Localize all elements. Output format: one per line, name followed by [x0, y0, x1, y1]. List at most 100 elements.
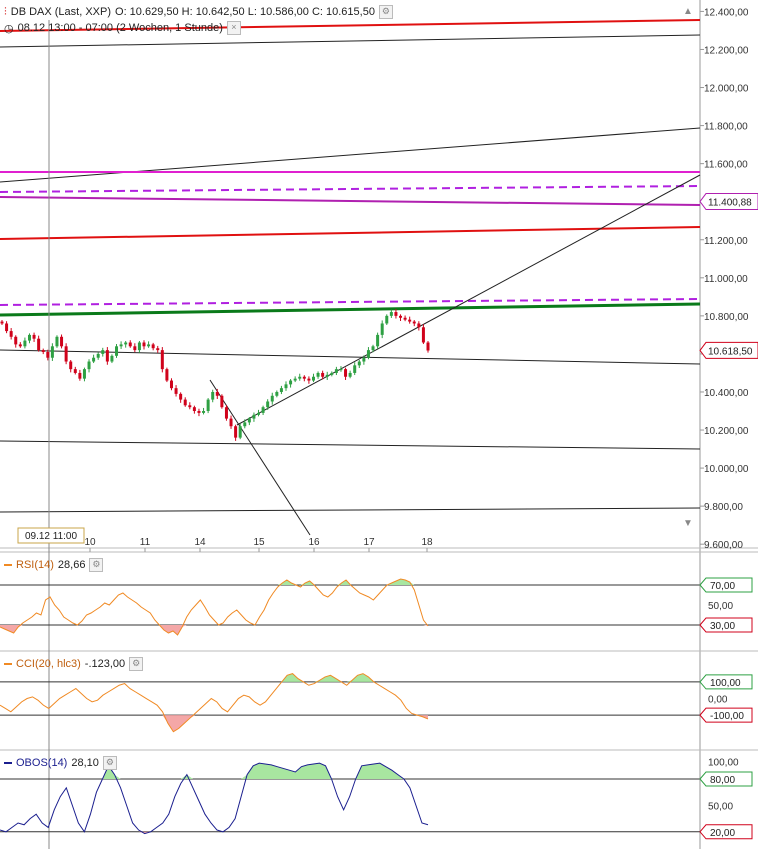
candle-body: [344, 369, 348, 377]
trend-line: [209, 379, 311, 536]
y-tick-label: 10.200,00: [704, 426, 749, 437]
cci-overbought-fill: [0, 673, 428, 682]
candle-body: [325, 374, 329, 377]
candle-body: [376, 334, 380, 347]
candle-body: [188, 405, 192, 408]
candle-body: [311, 376, 315, 381]
x-tick-label: 17: [363, 537, 375, 548]
candle-body: [32, 334, 36, 339]
candle-body: [37, 338, 41, 351]
cci-level-label: 100,00: [710, 678, 741, 689]
candle-body: [82, 369, 86, 379]
close-icon[interactable]: ×: [226, 21, 241, 35]
candle-body: [371, 346, 375, 351]
cci-title: CCI(20, hlc3): [16, 658, 81, 670]
candle-body: [412, 321, 416, 324]
candle-body: [247, 418, 251, 423]
rsi-level-label: 30,00: [710, 621, 735, 632]
candle-body: [23, 340, 27, 347]
candle-body: [110, 355, 114, 362]
x-tick-label: 16: [308, 537, 320, 548]
candle-body: [160, 350, 164, 370]
y-tick-label: 12.000,00: [704, 84, 749, 95]
x-tick-label: 11: [140, 537, 151, 548]
x-tick-label: 10: [84, 537, 96, 548]
candle-body: [73, 369, 77, 373]
candle-body: [197, 411, 201, 413]
candle-body: [142, 342, 146, 347]
candle-body: [215, 391, 219, 396]
candle-body: [357, 361, 361, 366]
candle-body: [50, 346, 54, 358]
cci-settings-icon[interactable]: ⚙: [129, 657, 144, 671]
price-label: 11.400,88: [708, 198, 752, 209]
candle-body: [78, 372, 82, 379]
trend-line: [0, 507, 701, 513]
candle-body: [192, 407, 196, 411]
candle-body: [202, 411, 206, 413]
magenta-line: [0, 196, 701, 206]
y-tick-label: 12.200,00: [704, 45, 749, 56]
candle-body: [238, 426, 242, 438]
obos-title: OBOS(14): [16, 757, 68, 769]
rsi-value: 28,66: [57, 559, 86, 571]
candle-body: [69, 361, 73, 370]
candles-icon: ⫶: [4, 5, 7, 18]
resistance-line: [0, 226, 701, 240]
main-legend: ⫶ DB DAX (Last, XXP) O: 10.629,50 H: 10.…: [4, 5, 393, 19]
candle-body: [334, 369, 338, 373]
settings-icon[interactable]: ⚙: [378, 5, 393, 19]
candle-body: [9, 331, 13, 337]
y-tick-label: 10.400,00: [704, 388, 749, 399]
candle-body: [147, 344, 151, 347]
candle-body: [220, 395, 224, 408]
cci-level-label: 0,00: [708, 695, 728, 706]
candle-body: [156, 348, 160, 351]
candle-body: [27, 334, 31, 341]
rsi-settings-icon[interactable]: ⚙: [89, 558, 104, 572]
rsi-level-label: 50,00: [708, 601, 733, 612]
candle-body: [266, 401, 270, 408]
candle-body: [169, 380, 173, 389]
y-tick-label: 9.600,00: [704, 540, 743, 551]
candle-body: [179, 393, 183, 400]
candle-body: [115, 346, 119, 356]
candle-body: [289, 380, 293, 385]
period-label: 08.12 13:00 - 07:00 (2 Wochen, 1 Stunde): [17, 22, 223, 34]
scroll-down-icon: ▼: [683, 518, 693, 529]
candle-body: [105, 350, 109, 362]
obos-level-label: 100,00: [708, 757, 739, 768]
candle-body: [96, 353, 100, 358]
rsi-line: [0, 578, 429, 636]
scroll-up-icon: ▲: [683, 6, 693, 17]
rsi-legend: RSI(14) 28,66 ⚙: [4, 558, 104, 572]
last-price-label: 10.618,50: [708, 346, 753, 357]
trend-line: [0, 349, 701, 365]
obos-level-label: 20,00: [710, 828, 735, 839]
candle-body: [270, 395, 274, 402]
candle-body: [5, 323, 9, 332]
chart-canvas[interactable]: 12.400,00 12.200,00 12.000,00 11.800,00 11.6…: [0, 0, 758, 849]
y-tick-label: 10.800,00: [704, 312, 749, 323]
candle-body: [133, 346, 137, 351]
candle-body: [18, 344, 22, 347]
candle-body: [403, 317, 407, 320]
candle-body: [211, 391, 215, 400]
support-line: [0, 302, 701, 317]
y-tick-label: 11.800,00: [704, 122, 748, 133]
candle-body: [243, 422, 247, 427]
rsi-swatch: [4, 564, 12, 566]
trend-line: [0, 440, 701, 450]
candle-body: [421, 327, 425, 343]
candle-body: [14, 336, 18, 345]
candle-body: [206, 399, 210, 411]
y-tick-label: 12.400,00: [704, 7, 749, 18]
candle-body: [41, 350, 45, 353]
candle-body: [353, 365, 357, 373]
obos-settings-icon[interactable]: ⚙: [102, 756, 117, 770]
cci-level-label: -100,00: [710, 711, 744, 722]
x-tick-label: 18: [421, 537, 433, 548]
candle-body: [128, 342, 132, 347]
candle-body: [60, 336, 64, 347]
x-tick-label: 15: [253, 537, 265, 548]
